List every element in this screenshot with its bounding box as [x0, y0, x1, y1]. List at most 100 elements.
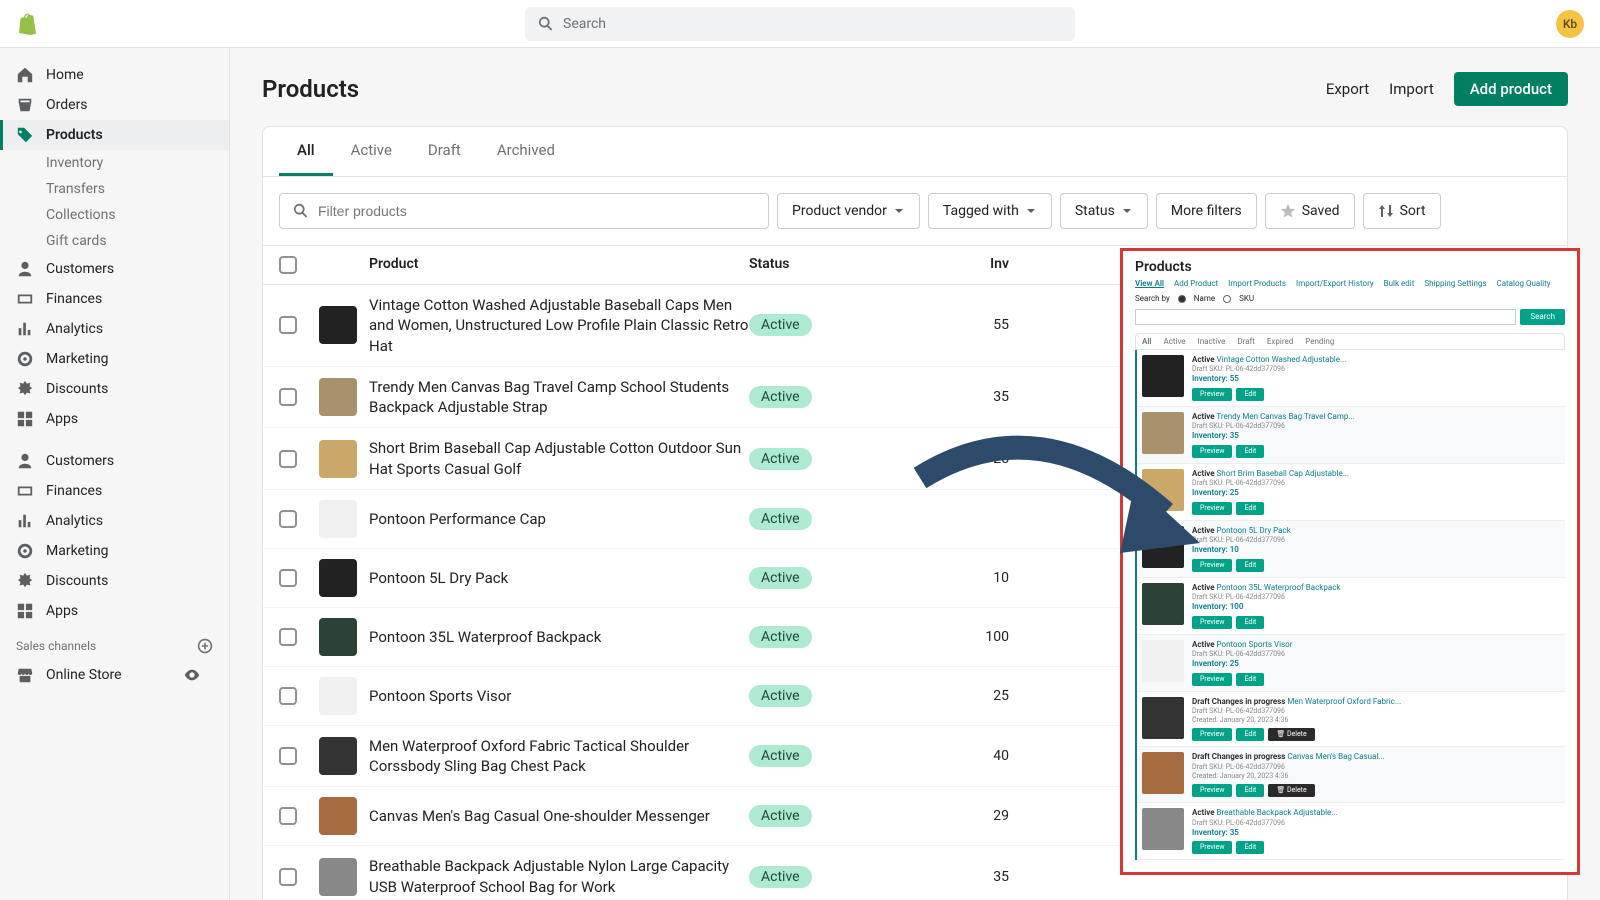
overlay-item-title[interactable]: Canvas Men's Bag Casual...	[1287, 752, 1384, 761]
overlay-tab[interactable]: Draft	[1237, 337, 1255, 346]
column-inventory[interactable]: Inv	[929, 256, 1009, 274]
row-checkbox[interactable]	[279, 868, 297, 886]
column-product[interactable]: Product	[369, 256, 749, 274]
sidebar-item-analytics[interactable]: Analytics	[0, 314, 229, 344]
overlay-item-title[interactable]: Vintage Cotton Washed Adjustable...	[1217, 355, 1347, 364]
overlay-preview-btn[interactable]: Preview	[1192, 616, 1232, 629]
overlay-edit-btn[interactable]: Edit	[1236, 559, 1264, 572]
product-name[interactable]: Trendy Men Canvas Bag Travel Camp School…	[369, 377, 749, 418]
overlay-preview-btn[interactable]: Preview	[1192, 673, 1232, 686]
tab-draft[interactable]: Draft	[410, 127, 479, 176]
overlay-link[interactable]: Catalog Quality	[1496, 279, 1550, 288]
filter-sort[interactable]: Sort	[1363, 193, 1441, 229]
overlay-edit-btn[interactable]: Edit	[1236, 502, 1264, 515]
visibility-icon[interactable]	[183, 666, 201, 684]
product-name[interactable]: Men Waterproof Oxford Fabric Tactical Sh…	[369, 736, 749, 777]
tab-all[interactable]: All	[279, 127, 333, 176]
overlay-item-title[interactable]: Men Waterproof Oxford Fabric...	[1287, 697, 1401, 706]
overlay-link[interactable]: Add Product	[1174, 279, 1218, 288]
overlay-preview-btn[interactable]: Preview	[1192, 841, 1232, 854]
overlay-tab[interactable]: Active	[1164, 337, 1186, 346]
product-name[interactable]: Pontoon 35L Waterproof Backpack	[369, 627, 749, 647]
row-checkbox[interactable]	[279, 450, 297, 468]
product-name[interactable]: Pontoon Performance Cap	[369, 509, 749, 529]
overlay-preview-btn[interactable]: Preview	[1192, 559, 1232, 572]
export-button[interactable]: Export	[1326, 80, 1369, 98]
overlay-search-input[interactable]	[1135, 309, 1516, 325]
sidebar-item-customers[interactable]: Customers	[0, 254, 229, 284]
row-checkbox[interactable]	[279, 747, 297, 765]
filter-products-input[interactable]	[279, 193, 769, 229]
sidebar-sub-collections[interactable]: Collections	[0, 202, 229, 228]
sidebar-item-discounts[interactable]: Discounts	[0, 374, 229, 404]
overlay-preview-btn[interactable]: Preview	[1192, 388, 1232, 401]
overlay-tab[interactable]: All	[1142, 337, 1152, 346]
overlay-preview-btn[interactable]: Preview	[1192, 728, 1232, 741]
overlay-item-title[interactable]: Trendy Men Canvas Bag Travel Camp...	[1216, 412, 1354, 421]
overlay-tab[interactable]: Inactive	[1198, 337, 1226, 346]
overlay-tab[interactable]: Expired	[1267, 337, 1293, 346]
radio-sku[interactable]	[1223, 295, 1231, 303]
overlay-delete-btn[interactable]: 🗑 Delete	[1268, 728, 1314, 741]
overlay-preview-btn[interactable]: Preview	[1192, 784, 1232, 797]
overlay-preview-btn[interactable]: Preview	[1192, 502, 1232, 515]
overlay-tab[interactable]: Pending	[1305, 337, 1334, 346]
row-checkbox[interactable]	[279, 316, 297, 334]
sidebar-item-finances[interactable]: Finances	[0, 284, 229, 314]
tab-active[interactable]: Active	[333, 127, 410, 176]
row-checkbox[interactable]	[279, 807, 297, 825]
tab-archived[interactable]: Archived	[479, 127, 573, 176]
sidebar-item-marketing[interactable]: Marketing	[0, 344, 229, 374]
overlay-edit-btn[interactable]: Edit	[1236, 841, 1264, 854]
overlay-edit-btn[interactable]: Edit	[1236, 616, 1264, 629]
sidebar-item-online-store[interactable]: Online Store	[0, 660, 229, 690]
product-name[interactable]: Short Brim Baseball Cap Adjustable Cotto…	[369, 438, 749, 479]
filter-tagged[interactable]: Tagged with	[928, 193, 1052, 229]
column-status[interactable]: Status	[749, 256, 929, 274]
sidebar-sub-transfers[interactable]: Transfers	[0, 176, 229, 202]
sidebar-sub-giftcards[interactable]: Gift cards	[0, 228, 229, 254]
sidebar-item-analytics-2[interactable]: Analytics	[0, 506, 229, 536]
overlay-item-title[interactable]: Pontoon 5L Dry Pack	[1217, 526, 1291, 535]
overlay-search-button[interactable]: Search	[1520, 309, 1565, 325]
row-checkbox[interactable]	[279, 628, 297, 646]
overlay-item-title[interactable]: Breathable Backpack Adjustable...	[1217, 808, 1338, 817]
sidebar-item-discounts-2[interactable]: Discounts	[0, 566, 229, 596]
row-checkbox[interactable]	[279, 510, 297, 528]
product-name[interactable]: Breathable Backpack Adjustable Nylon Lar…	[369, 856, 749, 897]
product-name[interactable]: Vintage Cotton Washed Adjustable Basebal…	[369, 295, 749, 356]
sidebar-item-apps-2[interactable]: Apps	[0, 596, 229, 626]
overlay-edit-btn[interactable]: Edit	[1236, 388, 1264, 401]
overlay-item-title[interactable]: Short Brim Baseball Cap Adjustable...	[1217, 469, 1350, 478]
overlay-link[interactable]: Bulk edit	[1384, 279, 1415, 288]
radio-name[interactable]	[1178, 295, 1186, 303]
overlay-preview-btn[interactable]: Preview	[1192, 445, 1232, 458]
sidebar-item-products[interactable]: Products	[0, 120, 229, 150]
overlay-item-title[interactable]: Pontoon Sports Visor	[1217, 640, 1293, 649]
sidebar-item-marketing-2[interactable]: Marketing	[0, 536, 229, 566]
product-name[interactable]: Pontoon Sports Visor	[369, 686, 749, 706]
filter-input-field[interactable]	[318, 203, 756, 219]
overlay-edit-btn[interactable]: Edit	[1236, 673, 1264, 686]
sidebar-sub-inventory[interactable]: Inventory	[0, 150, 229, 176]
product-name[interactable]: Pontoon 5L Dry Pack	[369, 568, 749, 588]
import-button[interactable]: Import	[1389, 80, 1434, 98]
add-channel-icon[interactable]	[197, 638, 213, 654]
sidebar-item-finances-2[interactable]: Finances	[0, 476, 229, 506]
filter-status[interactable]: Status	[1060, 193, 1148, 229]
select-all-checkbox[interactable]	[279, 256, 297, 274]
overlay-link[interactable]: Import Products	[1228, 279, 1286, 288]
row-checkbox[interactable]	[279, 687, 297, 705]
filter-saved[interactable]: Saved	[1265, 193, 1355, 229]
sidebar-item-home[interactable]: Home	[0, 60, 229, 90]
overlay-link[interactable]: View All	[1135, 279, 1164, 288]
filter-more[interactable]: More filters	[1156, 193, 1257, 229]
overlay-edit-btn[interactable]: Edit	[1236, 445, 1264, 458]
global-search[interactable]: Search	[525, 7, 1075, 41]
overlay-edit-btn[interactable]: Edit	[1236, 728, 1264, 741]
filter-vendor[interactable]: Product vendor	[777, 193, 920, 229]
sidebar-item-customers-2[interactable]: Customers	[0, 446, 229, 476]
overlay-delete-btn[interactable]: 🗑 Delete	[1268, 784, 1314, 797]
shopify-logo[interactable]	[16, 10, 44, 38]
overlay-link[interactable]: Import/Export History	[1296, 279, 1374, 288]
